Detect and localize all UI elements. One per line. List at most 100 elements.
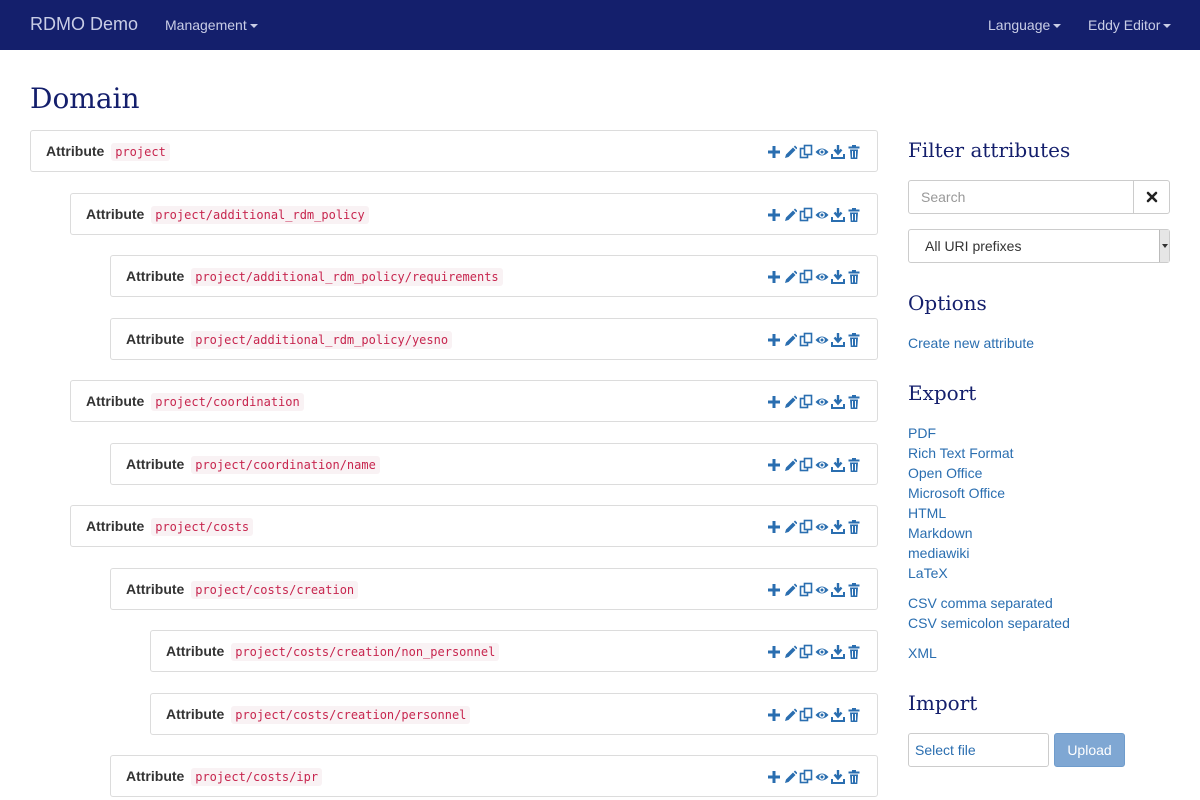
view-button[interactable] [815, 144, 829, 160]
export-button[interactable] [831, 394, 845, 410]
copy-button[interactable] [799, 332, 813, 348]
copy-button[interactable] [799, 707, 813, 723]
language-menu[interactable]: Language [988, 17, 1062, 33]
copy-button[interactable] [799, 207, 813, 223]
caret-down-icon [249, 24, 258, 29]
export-markdown-link[interactable]: Markdown [908, 525, 973, 541]
delete-button[interactable] [847, 332, 861, 348]
add-button[interactable] [767, 769, 781, 785]
edit-button[interactable] [783, 394, 798, 410]
export-csv-comma-link[interactable]: CSV comma separated [908, 595, 1053, 611]
edit-button[interactable] [783, 707, 798, 723]
plus-icon [768, 209, 780, 221]
export-xml-link[interactable]: XML [908, 645, 937, 661]
trash-icon [848, 645, 860, 659]
plus-icon [768, 771, 780, 783]
delete-button[interactable] [847, 457, 861, 473]
edit-button[interactable] [783, 457, 798, 473]
attribute-uri: project/additional_rdm_policy/yesno [191, 331, 453, 349]
upload-button[interactable]: Upload [1054, 733, 1125, 767]
view-button[interactable] [815, 582, 829, 598]
export-html-link[interactable]: HTML [908, 505, 946, 521]
download-icon [831, 770, 845, 784]
add-button[interactable] [767, 269, 781, 285]
copy-button[interactable] [799, 519, 813, 535]
delete-button[interactable] [847, 269, 861, 285]
add-button[interactable] [767, 457, 781, 473]
copy-button[interactable] [799, 582, 813, 598]
delete-button[interactable] [847, 707, 861, 723]
export-button[interactable] [831, 519, 845, 535]
view-button[interactable] [815, 394, 829, 410]
view-button[interactable] [815, 707, 829, 723]
export-mediawiki-link[interactable]: mediawiki [908, 545, 969, 561]
copy-button[interactable] [799, 457, 813, 473]
view-button[interactable] [815, 644, 829, 660]
copy-button[interactable] [799, 644, 813, 660]
export-rtf-link[interactable]: Rich Text Format [908, 445, 1014, 461]
add-button[interactable] [767, 144, 781, 160]
add-button[interactable] [767, 332, 781, 348]
edit-button[interactable] [783, 644, 798, 660]
trash-icon [848, 520, 860, 534]
add-button[interactable] [767, 207, 781, 223]
export-button[interactable] [831, 269, 845, 285]
uri-prefix-select[interactable]: All URI prefixes [908, 229, 1170, 263]
select-file-input[interactable]: Select file [908, 733, 1049, 767]
create-attribute-link[interactable]: Create new attribute [908, 335, 1034, 351]
add-button[interactable] [767, 644, 781, 660]
plus-icon [768, 521, 780, 533]
delete-button[interactable] [847, 582, 861, 598]
edit-button[interactable] [783, 269, 798, 285]
management-menu[interactable]: Management [165, 17, 258, 33]
brand-link[interactable]: RDMO Demo [30, 14, 138, 35]
view-button[interactable] [815, 519, 829, 535]
add-button[interactable] [767, 582, 781, 598]
copy-button[interactable] [799, 394, 813, 410]
view-button[interactable] [815, 457, 829, 473]
copy-button[interactable] [799, 769, 813, 785]
delete-button[interactable] [847, 519, 861, 535]
delete-button[interactable] [847, 144, 861, 160]
attribute-actions [767, 144, 861, 160]
attribute-uri: project [111, 143, 170, 161]
search-input[interactable] [908, 180, 1134, 214]
clear-search-button[interactable] [1133, 180, 1170, 214]
delete-button[interactable] [847, 207, 861, 223]
copy-button[interactable] [799, 144, 813, 160]
view-button[interactable] [815, 207, 829, 223]
attribute-label: Attribute project/coordination [86, 393, 304, 411]
add-button[interactable] [767, 394, 781, 410]
export-button[interactable] [831, 707, 845, 723]
user-menu[interactable]: Eddy Editor [1088, 17, 1172, 33]
delete-button[interactable] [847, 644, 861, 660]
export-pdf-link[interactable]: PDF [908, 425, 936, 441]
export-button[interactable] [831, 644, 845, 660]
export-button[interactable] [831, 144, 845, 160]
add-button[interactable] [767, 707, 781, 723]
view-button[interactable] [815, 769, 829, 785]
delete-button[interactable] [847, 394, 861, 410]
edit-button[interactable] [783, 332, 798, 348]
export-button[interactable] [831, 457, 845, 473]
attribute-panel: Attribute project/costs/creation/non_per… [150, 630, 878, 672]
edit-button[interactable] [783, 769, 798, 785]
export-button[interactable] [831, 332, 845, 348]
view-button[interactable] [815, 269, 829, 285]
edit-button[interactable] [783, 207, 798, 223]
export-button[interactable] [831, 582, 845, 598]
export-odt-link[interactable]: Open Office [908, 465, 982, 481]
export-button[interactable] [831, 769, 845, 785]
export-docx-link[interactable]: Microsoft Office [908, 485, 1005, 501]
edit-button[interactable] [783, 144, 798, 160]
export-button[interactable] [831, 207, 845, 223]
copy-button[interactable] [799, 269, 813, 285]
export-csv-semicolon-link[interactable]: CSV semicolon separated [908, 615, 1070, 631]
delete-button[interactable] [847, 769, 861, 785]
download-icon [831, 458, 845, 472]
edit-button[interactable] [783, 519, 798, 535]
export-latex-link[interactable]: LaTeX [908, 565, 948, 581]
view-button[interactable] [815, 332, 829, 348]
edit-button[interactable] [783, 582, 798, 598]
add-button[interactable] [767, 519, 781, 535]
